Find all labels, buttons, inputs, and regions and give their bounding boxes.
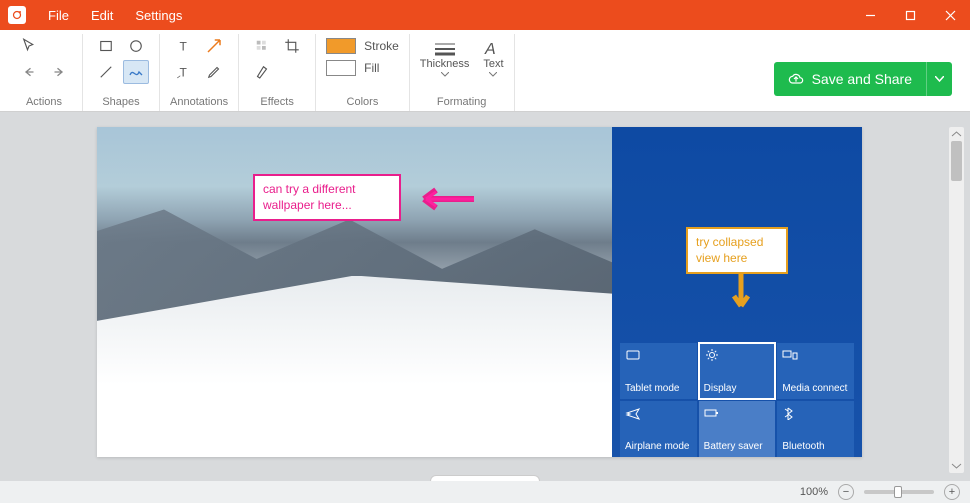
group-formatting: Thickness A Text Formating (410, 34, 515, 111)
svg-text:T: T (180, 40, 188, 54)
blur-tool[interactable] (249, 34, 275, 58)
save-share-dropdown[interactable] (926, 62, 952, 96)
svg-text:T: T (180, 66, 188, 80)
canvas-area: Tablet modeDisplayMedia connect Airplane … (0, 112, 970, 481)
zoom-slider[interactable] (864, 490, 934, 494)
scrollbar-thumb[interactable] (951, 141, 962, 181)
group-annotations: T T Annotations (160, 34, 239, 111)
group-actions-label: Actions (26, 96, 62, 108)
callout-tool[interactable]: T (171, 60, 197, 84)
zoom-in-button[interactable]: + (944, 484, 960, 500)
tile-bluetooth[interactable]: Bluetooth (777, 401, 854, 457)
group-shapes: Shapes (83, 34, 160, 111)
zoom-slider-handle[interactable] (894, 486, 902, 498)
fill-swatch[interactable] (326, 60, 356, 76)
save-share-button[interactable]: Save and Share (774, 62, 952, 96)
menu-settings[interactable]: Settings (125, 4, 192, 27)
group-formatting-label: Formating (437, 96, 487, 108)
pointer-tool[interactable] (16, 34, 42, 58)
titlebar: File Edit Settings (0, 0, 970, 30)
arrow-orange-icon[interactable] (729, 272, 753, 322)
bluetooth-icon (782, 406, 798, 420)
group-annotations-label: Annotations (170, 96, 228, 108)
maximize-button[interactable] (890, 0, 930, 30)
group-effects: Effects (239, 34, 316, 111)
text-tool[interactable]: T (171, 34, 197, 58)
tile-display[interactable]: Display (699, 343, 776, 399)
battery-icon (704, 406, 720, 420)
ribbon: Actions Shapes T T Annotations (0, 30, 970, 112)
zoom-level: 100% (800, 486, 828, 498)
scroll-down-icon[interactable] (949, 460, 964, 472)
ellipse-tool[interactable] (123, 34, 149, 58)
cloud-upload-icon (788, 71, 804, 87)
scroll-up-icon[interactable] (949, 128, 964, 140)
brightness-icon (704, 348, 720, 362)
app-logo-icon (8, 6, 26, 24)
close-button[interactable] (930, 0, 970, 30)
stroke-label: Stroke (364, 39, 399, 53)
stroke-swatch[interactable] (326, 38, 356, 54)
minimize-button[interactable] (850, 0, 890, 30)
zoom-out-button[interactable]: − (838, 484, 854, 500)
undo-button[interactable] (16, 60, 42, 84)
chevron-down-icon (441, 72, 449, 77)
menu-file[interactable]: File (38, 4, 79, 27)
chevron-down-icon (935, 76, 944, 82)
arrow-tool[interactable] (201, 34, 227, 58)
crop-tool[interactable] (279, 34, 305, 58)
text-format-dropdown[interactable]: A Text (483, 40, 503, 77)
group-colors-label: Colors (347, 96, 379, 108)
svg-text:A: A (484, 41, 496, 56)
thickness-dropdown[interactable]: Thickness (420, 40, 470, 77)
curve-tool[interactable] (123, 60, 149, 84)
tile-battery-saver[interactable]: Battery saver (699, 401, 776, 457)
redo-button[interactable] (46, 60, 72, 84)
highlight-tool[interactable] (249, 60, 275, 84)
chevron-down-icon (489, 72, 497, 77)
tile-media-connect[interactable]: Media connect (777, 343, 854, 399)
tablet-icon (625, 348, 641, 362)
group-colors: Stroke Fill Colors (316, 34, 410, 111)
airplane-icon (625, 406, 641, 420)
group-actions: Actions (6, 34, 83, 111)
group-effects-label: Effects (260, 96, 293, 108)
connect-icon (782, 348, 798, 362)
pen-tool[interactable] (201, 60, 227, 84)
fill-label: Fill (364, 61, 379, 75)
tile-airplane-mode[interactable]: Airplane mode (620, 401, 697, 457)
group-shapes-label: Shapes (102, 96, 139, 108)
statusbar: 100% − + (0, 481, 970, 503)
annotation-orange[interactable]: try collapsed view here (686, 227, 788, 274)
vertical-scrollbar[interactable] (949, 127, 964, 473)
arrow-pink-icon[interactable] (406, 186, 476, 212)
tile-tablet-mode[interactable]: Tablet mode (620, 343, 697, 399)
annotation-pink[interactable]: can try a different wallpaper here... (253, 174, 401, 221)
menu-edit[interactable]: Edit (81, 4, 123, 27)
line-tool[interactable] (93, 60, 119, 84)
rectangle-tool[interactable] (93, 34, 119, 58)
